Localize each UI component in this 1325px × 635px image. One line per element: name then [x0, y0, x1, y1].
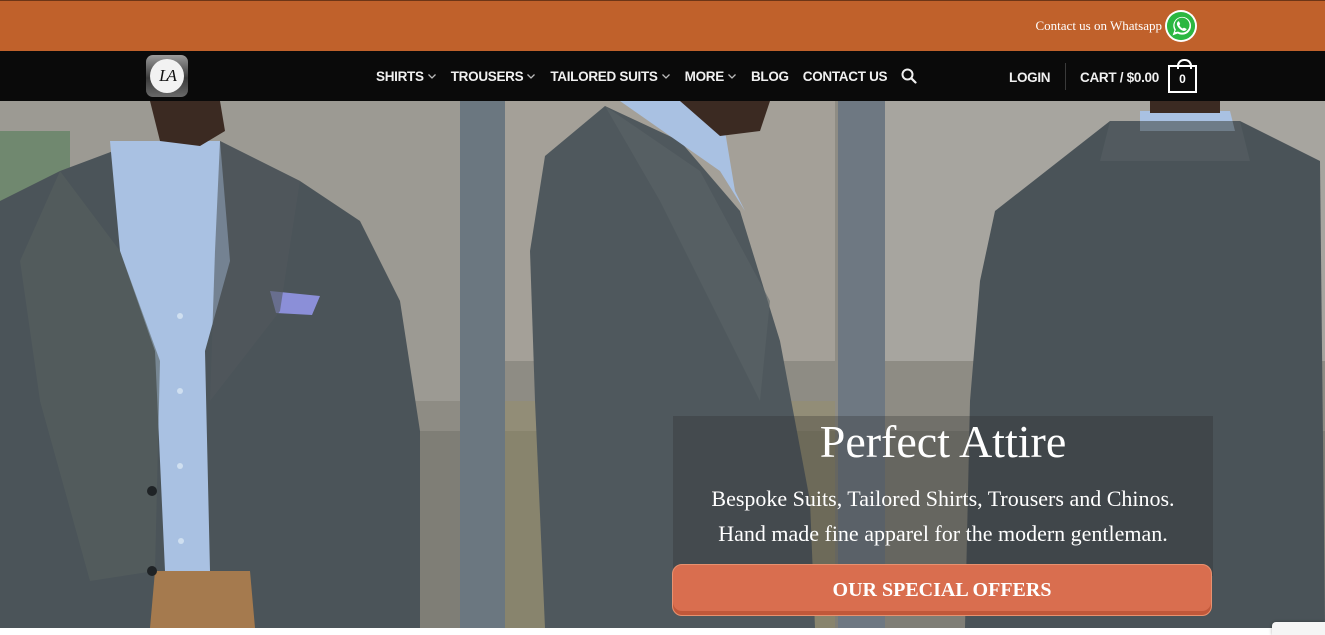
whatsapp-contact-link[interactable]: Contact us on Whatsapp [1035, 9, 1197, 43]
nav-item-label: TROUSERS [450, 68, 524, 84]
chevron-down-icon [661, 74, 670, 79]
page-bottom-strip [0, 628, 1325, 635]
hero-subtitle-line-2: Hand made fine apparel for the modern ge… [718, 521, 1168, 546]
whatsapp-contact-text: Contact us on Whatsapp [1035, 18, 1163, 33]
login-link[interactable]: LOGIN [1009, 70, 1051, 85]
top-bar: Contact us on Whatsapp [0, 0, 1325, 51]
main-navbar: LA SHIRTS TROUSERS TAILORED SUITS MORE B… [0, 51, 1325, 101]
nav-item-more[interactable]: MORE [685, 69, 737, 84]
nav-item-label: SHIRTS [376, 68, 424, 84]
special-offers-button[interactable]: OUR SPECIAL OFFERS [672, 564, 1212, 616]
nav-item-blog[interactable]: BLOG [751, 69, 789, 84]
hero-banner: Perfect Attire Bespoke Suits, Tailored S… [0, 101, 1325, 628]
whatsapp-icon[interactable] [1165, 10, 1197, 42]
nav-divider [1065, 63, 1066, 90]
nav-item-label: BLOG [750, 68, 789, 84]
site-logo[interactable]: LA [146, 55, 188, 97]
nav-item-tailored-suits[interactable]: TAILORED SUITS [550, 69, 670, 84]
nav-item-label: MORE [684, 68, 725, 84]
hero-subtitle: Bespoke Suits, Tailored Shirts, Trousers… [673, 481, 1213, 551]
chevron-down-icon [527, 74, 536, 79]
search-icon[interactable] [901, 68, 917, 84]
nav-item-label: TAILORED SUITS [550, 68, 658, 84]
hero-subtitle-line-1: Bespoke Suits, Tailored Shirts, Trousers… [711, 486, 1175, 511]
nav-item-shirts[interactable]: SHIRTS [376, 69, 437, 84]
nav-item-contact-us[interactable]: CONTACT US [803, 69, 888, 84]
cart-count-badge[interactable]: 0 [1168, 59, 1197, 93]
cart-link[interactable]: CART / $0.00 [1080, 70, 1159, 85]
hero-title: Perfect Attire [819, 416, 1067, 467]
nav-menu: SHIRTS TROUSERS TAILORED SUITS MORE BLOG… [376, 51, 917, 101]
logo-monogram: LA [150, 59, 184, 93]
nav-item-label: CONTACT US [802, 68, 888, 84]
chevron-down-icon [427, 74, 436, 79]
recaptcha-badge[interactable] [1272, 622, 1325, 635]
chevron-down-icon [727, 74, 736, 79]
nav-item-trousers[interactable]: TROUSERS [451, 69, 537, 84]
